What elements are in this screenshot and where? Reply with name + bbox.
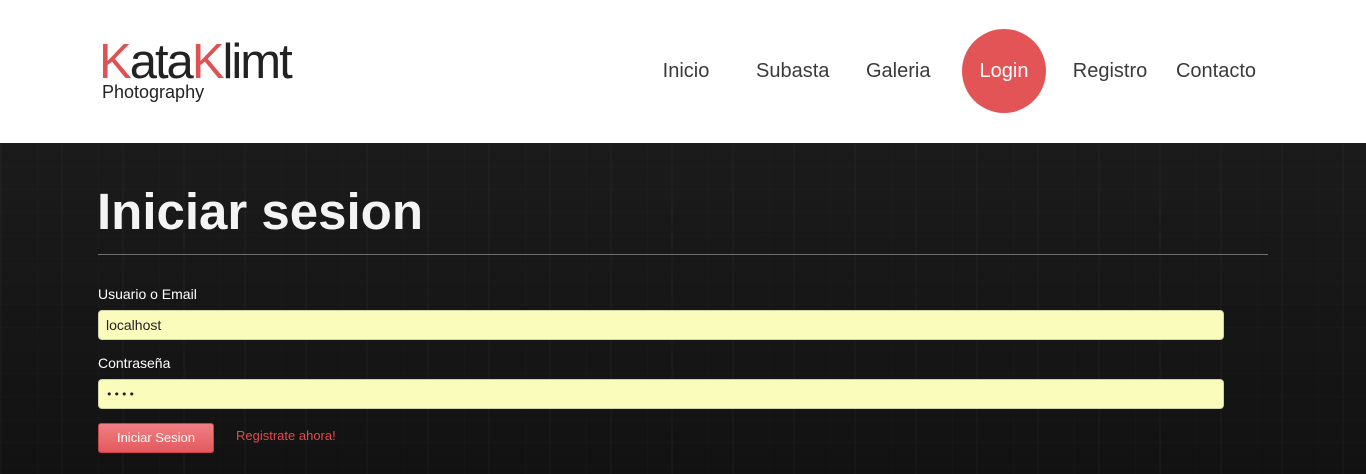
- site-header: KataKlimt Photography Inicio Subasta Gal…: [0, 0, 1366, 143]
- username-input[interactable]: [98, 310, 1224, 340]
- nav-item-contacto[interactable]: Contacto: [1175, 29, 1257, 114]
- nav-item-inicio[interactable]: Inicio: [662, 29, 710, 114]
- password-input[interactable]: [98, 379, 1224, 409]
- nav-item-login[interactable]: Login: [962, 29, 1046, 113]
- page-title: Iniciar sesion: [97, 183, 423, 240]
- password-label: Contraseña: [98, 355, 171, 371]
- nav-item-galeria[interactable]: Galeria: [866, 29, 930, 114]
- login-submit-button[interactable]: Iniciar Sesion: [98, 423, 214, 453]
- login-section: Iniciar sesion Usuario o Email Contraseñ…: [0, 143, 1366, 474]
- username-label: Usuario o Email: [98, 286, 197, 302]
- register-link[interactable]: Registrate ahora!: [236, 428, 336, 443]
- main-nav: Inicio Subasta Galeria Login Registro Co…: [0, 29, 1366, 114]
- nav-item-subasta[interactable]: Subasta: [756, 29, 829, 114]
- title-divider: [98, 254, 1268, 255]
- nav-item-registro[interactable]: Registro: [1072, 29, 1148, 114]
